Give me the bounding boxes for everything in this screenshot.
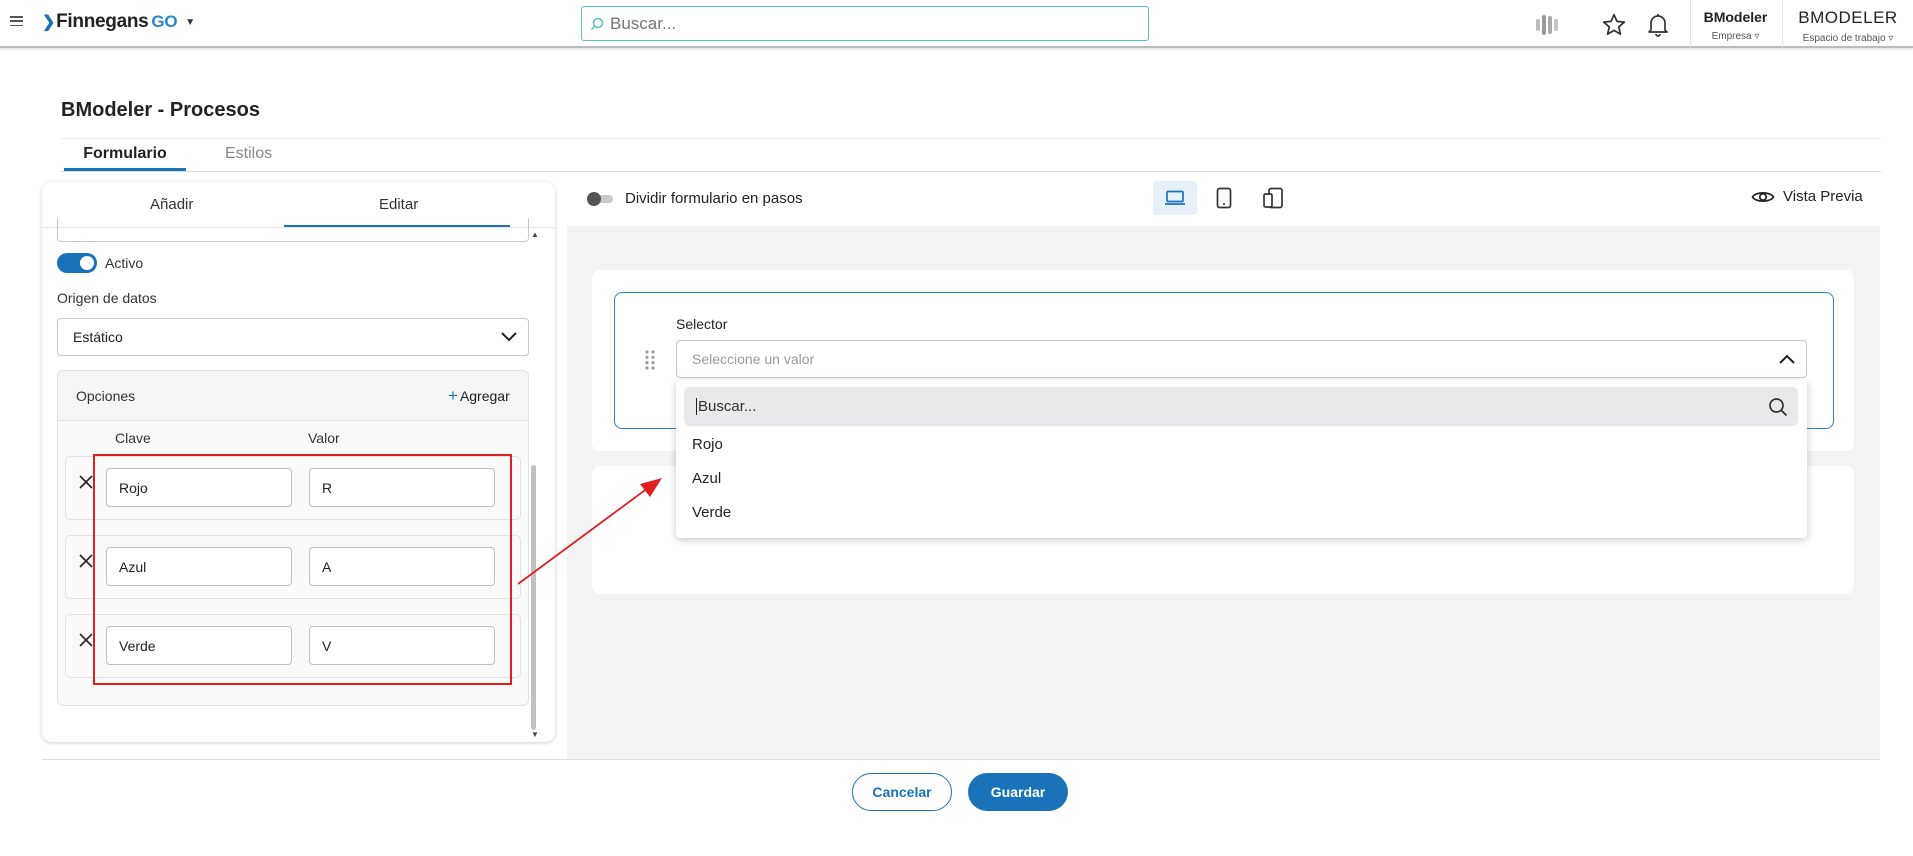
annotation-arrow-head [640,478,662,497]
cancel-button[interactable]: Cancelar [852,773,952,811]
footer-divider [42,759,1880,760]
annotation-arrow-line [517,484,653,585]
annotation-overlay [93,454,662,685]
save-button[interactable]: Guardar [968,773,1068,811]
annotation-highlight-box [93,454,512,685]
